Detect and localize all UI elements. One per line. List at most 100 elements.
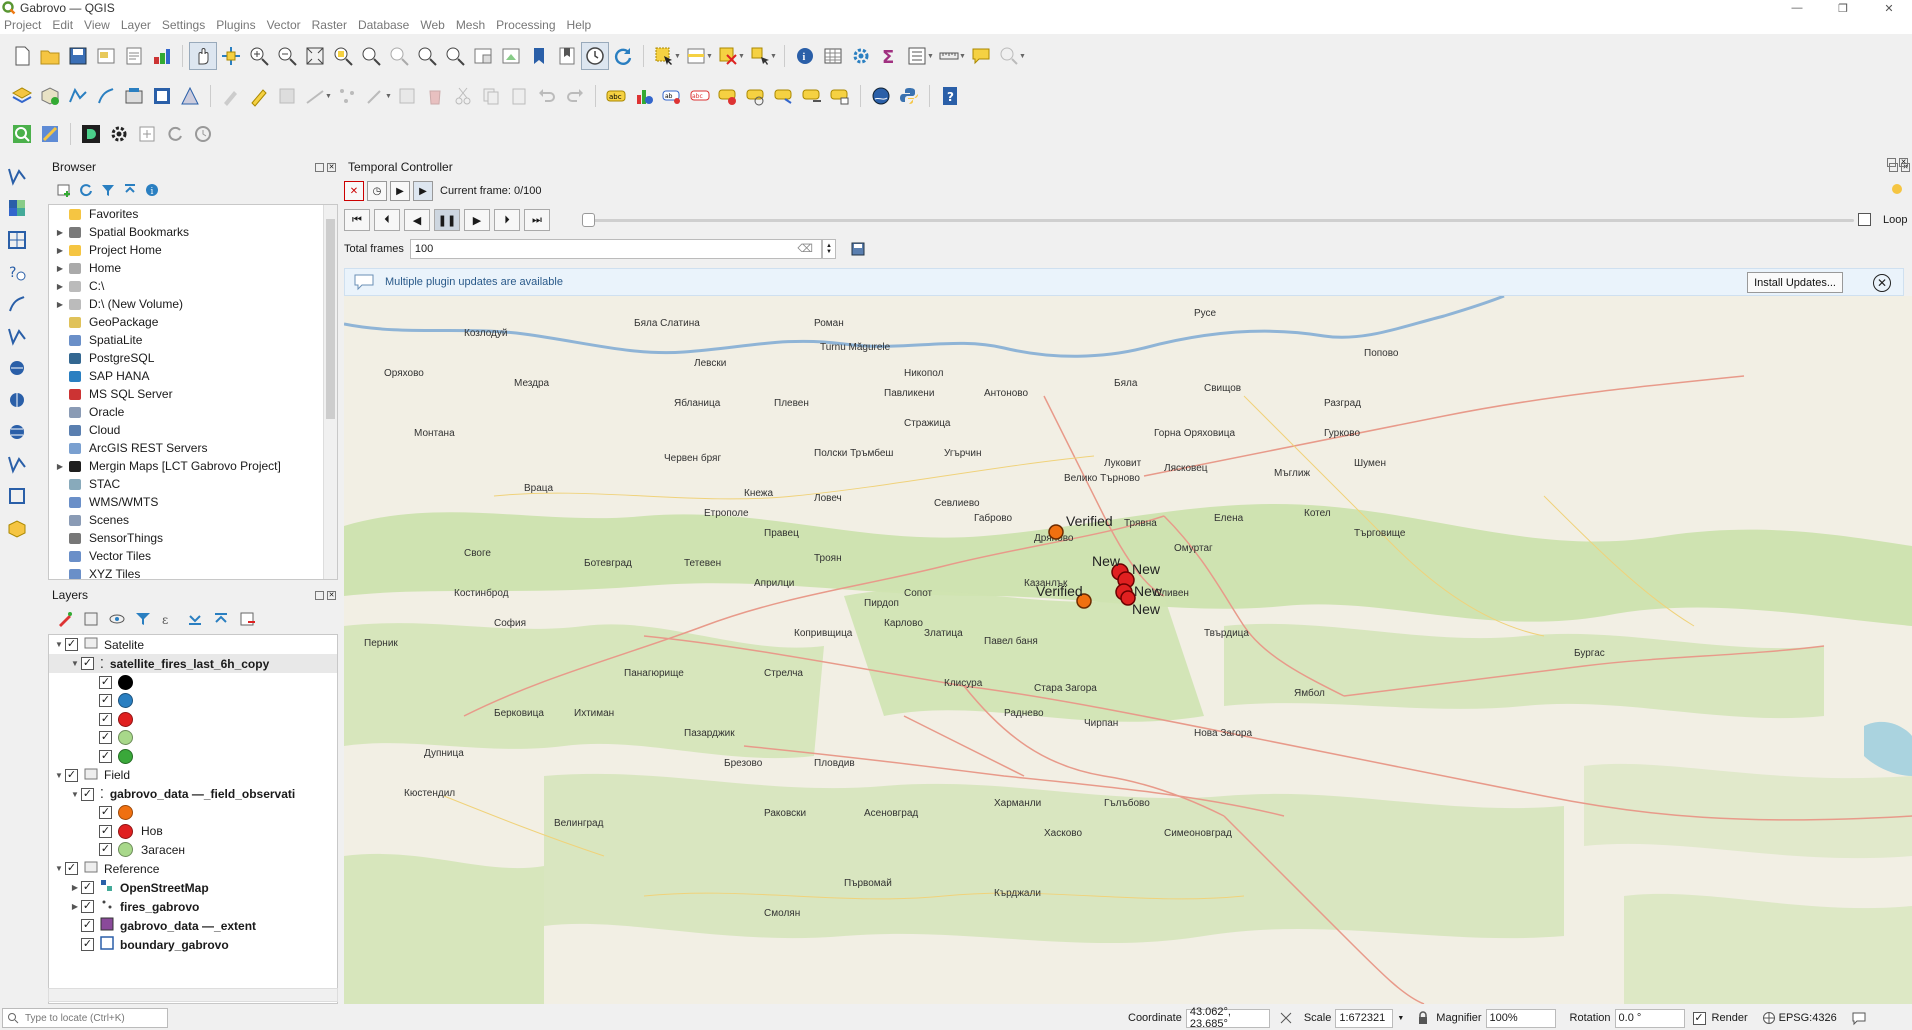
pause-button[interactable]: ❚❚ <box>434 209 460 231</box>
zoom-out-button[interactable] <box>273 42 301 70</box>
add-spatialite-button[interactable] <box>0 288 34 320</box>
layer-labeling-button[interactable]: abc <box>602 82 630 110</box>
new-mesh-layer-button[interactable] <box>176 82 204 110</box>
maximize-button[interactable]: ❐ <box>1820 0 1866 16</box>
browser-item[interactable]: XYZ Tiles <box>49 565 337 579</box>
layer-visibility-checkbox[interactable]: ✓ <box>81 657 94 670</box>
dropdown-arrow-icon[interactable]: ▼ <box>770 53 778 60</box>
close-panel-button[interactable]: ✕ <box>327 590 336 600</box>
layer-visibility-checkbox[interactable]: ✓ <box>81 900 94 913</box>
expand-all-icon[interactable] <box>186 610 204 628</box>
scrollbar-thumb[interactable] <box>326 219 335 419</box>
data-source-manager-button[interactable] <box>8 82 36 110</box>
expand-arrow-icon[interactable]: ▶ <box>53 246 67 255</box>
mergin-plugin-button[interactable] <box>77 120 105 148</box>
browser-item[interactable]: GeoPackage <box>49 313 337 331</box>
total-frames-spinner[interactable]: ▲ ▼ <box>821 239 836 259</box>
collapse-all-icon[interactable] <box>212 610 230 628</box>
copy-features-button[interactable] <box>477 82 505 110</box>
play-backward-button[interactable]: ◀ <box>404 209 430 231</box>
mergin-sync-button[interactable] <box>161 120 189 148</box>
layer-row[interactable]: ▶ ✓ OpenStreetMap <box>49 878 337 897</box>
processing-tool-button[interactable] <box>36 120 64 148</box>
expand-arrow-icon[interactable]: ▶ <box>53 282 67 291</box>
temporal-off-button[interactable]: ✕ <box>344 181 364 201</box>
pan-map-button[interactable] <box>189 42 217 70</box>
locator-search-input[interactable]: Type to locate (Ctrl+K) <box>2 1008 168 1028</box>
menu-processing[interactable]: Processing <box>496 18 555 32</box>
show-hide-labels-button[interactable]: abc <box>686 82 714 110</box>
quickmapservices-button[interactable] <box>867 82 895 110</box>
install-updates-button[interactable]: Install Updates... <box>1747 272 1843 293</box>
scale-dropdown-icon[interactable]: ▼ <box>1397 1015 1404 1022</box>
menu-settings[interactable]: Settings <box>162 18 205 32</box>
help-contents-button[interactable]: ? <box>936 82 964 110</box>
undo-button[interactable] <box>533 82 561 110</box>
zoom-to-selection-button[interactable] <box>329 42 357 70</box>
class-visibility-checkbox[interactable]: ✓ <box>99 824 112 838</box>
class-visibility-checkbox[interactable]: ✓ <box>99 675 112 689</box>
menu-project[interactable]: Project <box>4 18 41 32</box>
dropdown-arrow-icon[interactable]: ▼ <box>927 53 935 60</box>
pan-to-selection-button[interactable] <box>217 42 245 70</box>
zoom-last-button[interactable] <box>413 42 441 70</box>
float-panel-button[interactable] <box>315 162 324 172</box>
collapse-arrow-icon[interactable]: ▼ <box>53 864 65 873</box>
refresh-button[interactable] <box>609 42 637 70</box>
scale-field[interactable]: 1:672321 <box>1335 1008 1394 1028</box>
dropdown-arrow-icon[interactable]: ▼ <box>738 53 746 60</box>
open-attribute-table-button[interactable] <box>819 42 847 70</box>
group-visibility-checkbox[interactable]: ✓ <box>65 862 78 875</box>
filter-icon[interactable] <box>100 182 116 198</box>
layer-row[interactable]: ✓ boundary_gabrovo <box>49 935 337 954</box>
expand-arrow-icon[interactable]: ▶ <box>53 228 67 237</box>
class-visibility-checkbox[interactable]: ✓ <box>99 843 112 857</box>
temporal-controller-button[interactable] <box>581 42 609 70</box>
total-frames-input[interactable]: 100 ⌫ <box>409 239 822 259</box>
add-selected-layers-icon[interactable] <box>56 182 72 198</box>
collapse-arrow-icon[interactable]: ▼ <box>53 640 65 649</box>
layer-row[interactable]: ✓ gabrovo_data —_extent <box>49 916 337 935</box>
previous-frame-button[interactable]: ⏴ <box>374 209 400 231</box>
movie-mode-button[interactable]: ▶ <box>413 181 433 201</box>
add-xyz-layer-button[interactable] <box>0 448 34 480</box>
toolbox-button[interactable] <box>847 42 875 70</box>
add-virtual-layer-button[interactable] <box>0 320 34 352</box>
minimize-button[interactable]: — <box>1774 0 1820 16</box>
legend-class-row[interactable]: ✓ <box>49 729 337 748</box>
legend-class-row[interactable]: ✓ Нов <box>49 822 337 841</box>
move-label-button[interactable] <box>714 82 742 110</box>
group-visibility-checkbox[interactable]: ✓ <box>65 638 78 651</box>
diagram-options-button[interactable] <box>630 82 658 110</box>
toggle-editing-button[interactable] <box>245 82 273 110</box>
collapse-all-icon[interactable] <box>122 182 138 198</box>
layer-visibility-checkbox[interactable]: ✓ <box>81 938 94 951</box>
group-visibility-checkbox[interactable]: ✓ <box>65 768 78 782</box>
expand-arrow-icon[interactable]: ▶ <box>53 264 67 273</box>
class-visibility-checkbox[interactable]: ✓ <box>99 806 112 820</box>
zoom-to-layer-button[interactable] <box>357 42 385 70</box>
close-panel-button[interactable]: ✕ <box>1899 158 1908 167</box>
collapse-arrow-icon[interactable]: ▼ <box>69 659 81 668</box>
dropdown-arrow-icon[interactable]: ▼ <box>706 53 714 60</box>
new-geopackage-layer-button[interactable] <box>36 82 64 110</box>
legend-class-row[interactable]: ✓ <box>49 747 337 766</box>
render-checkbox[interactable]: ✓ <box>1692 1011 1706 1025</box>
browser-item[interactable]: Favorites <box>49 205 337 223</box>
new-map-view-button[interactable] <box>469 42 497 70</box>
zoom-full-button[interactable] <box>301 42 329 70</box>
layout-manager-button[interactable] <box>120 42 148 70</box>
dropdown-arrow-icon[interactable]: ▼ <box>674 53 682 60</box>
filter-legend-icon[interactable] <box>134 610 152 628</box>
lock-icon[interactable] <box>1416 1011 1430 1025</box>
browser-item[interactable]: ▶ Spatial Bookmarks <box>49 223 337 241</box>
show-unplaced-labels-button[interactable] <box>798 82 826 110</box>
redo-button[interactable] <box>561 82 589 110</box>
class-visibility-checkbox[interactable]: ✓ <box>99 731 112 745</box>
python-console-button[interactable] <box>895 82 923 110</box>
expand-arrow-icon[interactable]: ▶ <box>53 300 67 309</box>
rotate-label-button[interactable] <box>742 82 770 110</box>
dropdown-arrow-icon[interactable]: ▼ <box>1019 53 1027 60</box>
identify-features-button[interactable]: i <box>791 42 819 70</box>
new-3d-view-button[interactable] <box>497 42 525 70</box>
